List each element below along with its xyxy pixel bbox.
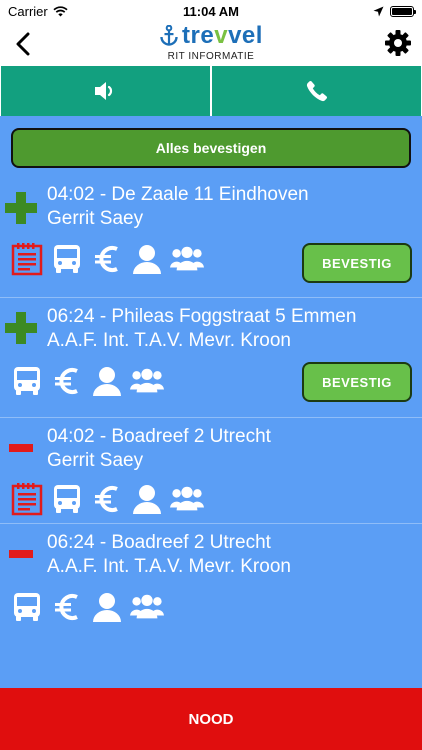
person-icon xyxy=(130,482,164,516)
ride-time-address: 04:02 - De Zaale 11 Eindhoven xyxy=(47,184,309,205)
euro-icon xyxy=(90,242,124,276)
bus-icon xyxy=(10,590,44,624)
group-icon xyxy=(170,242,204,276)
emergency-button[interactable]: NOOD xyxy=(0,688,422,750)
ride-item: 06:24 - Phileas Foggstraat 5 Emmen A.A.F… xyxy=(0,298,422,418)
call-button[interactable] xyxy=(212,66,421,116)
battery-icon xyxy=(390,5,416,17)
group-icon xyxy=(130,364,164,398)
ride-item: 04:02 - Boadreef 2 Utrecht Gerrit Saey xyxy=(0,418,422,524)
ride-icons xyxy=(10,590,164,624)
confirm-ride-button[interactable]: BEVESTIG xyxy=(302,243,412,283)
minus-icon xyxy=(9,444,33,452)
carrier-label: Carrier xyxy=(8,3,48,19)
euro-icon xyxy=(50,364,84,398)
ride-item: 04:02 - De Zaale 11 Eindhoven Gerrit Sae… xyxy=(0,178,422,298)
bus-icon xyxy=(50,482,84,516)
ride-time-address: 06:24 - Phileas Foggstraat 5 Emmen xyxy=(47,306,357,327)
person-icon xyxy=(90,364,124,398)
plus-icon xyxy=(5,312,37,344)
person-icon xyxy=(130,242,164,276)
ride-icons xyxy=(10,364,164,398)
ride-passenger: A.A.F. Int. T.A.V. Mevr. Kroon xyxy=(47,556,291,577)
ride-passenger: Gerrit Saey xyxy=(47,450,144,471)
phone-icon xyxy=(306,80,327,102)
wifi-icon xyxy=(53,5,68,16)
status-bar: Carrier 11:04 AM xyxy=(0,0,422,22)
ride-icons xyxy=(10,482,204,516)
location-arrow-icon xyxy=(373,6,384,16)
ride-passenger: Gerrit Saey xyxy=(47,208,144,229)
anchor-logo-icon xyxy=(160,25,178,46)
gear-icon xyxy=(385,30,411,56)
notes-icon[interactable] xyxy=(10,242,44,276)
confirm-all-button[interactable]: Alles bevestigen xyxy=(11,128,411,168)
group-icon xyxy=(130,590,164,624)
settings-button[interactable] xyxy=(382,27,414,59)
person-icon xyxy=(90,590,124,624)
ride-list: Alles bevestigen 04:02 - De Zaale 11 Ein… xyxy=(0,116,422,688)
euro-icon xyxy=(50,590,84,624)
plus-icon xyxy=(5,192,37,224)
euro-icon xyxy=(90,482,124,516)
page-subtitle: RIT INFORMATIE xyxy=(167,51,255,62)
ride-time-address: 04:02 - Boadreef 2 Utrecht xyxy=(47,426,271,447)
bus-icon xyxy=(10,364,44,398)
nav-bar: trevvel RIT INFORMATIE xyxy=(0,22,422,66)
bus-icon xyxy=(50,242,84,276)
logo-wordmark: trevvel xyxy=(182,22,263,49)
trevvel-logo: trevvel xyxy=(0,22,422,50)
speaker-button[interactable] xyxy=(1,66,210,116)
speaker-icon xyxy=(94,82,112,100)
ride-icons xyxy=(10,242,204,276)
action-bar xyxy=(0,66,422,116)
confirm-ride-button[interactable]: BEVESTIG xyxy=(302,362,412,402)
minus-icon xyxy=(9,550,33,558)
notes-icon[interactable] xyxy=(10,482,44,516)
ride-item: 06:24 - Boadreef 2 Utrecht A.A.F. Int. T… xyxy=(0,524,422,634)
ride-time-address: 06:24 - Boadreef 2 Utrecht xyxy=(47,532,271,553)
ride-passenger: A.A.F. Int. T.A.V. Mevr. Kroon xyxy=(47,330,291,351)
group-icon xyxy=(170,482,204,516)
